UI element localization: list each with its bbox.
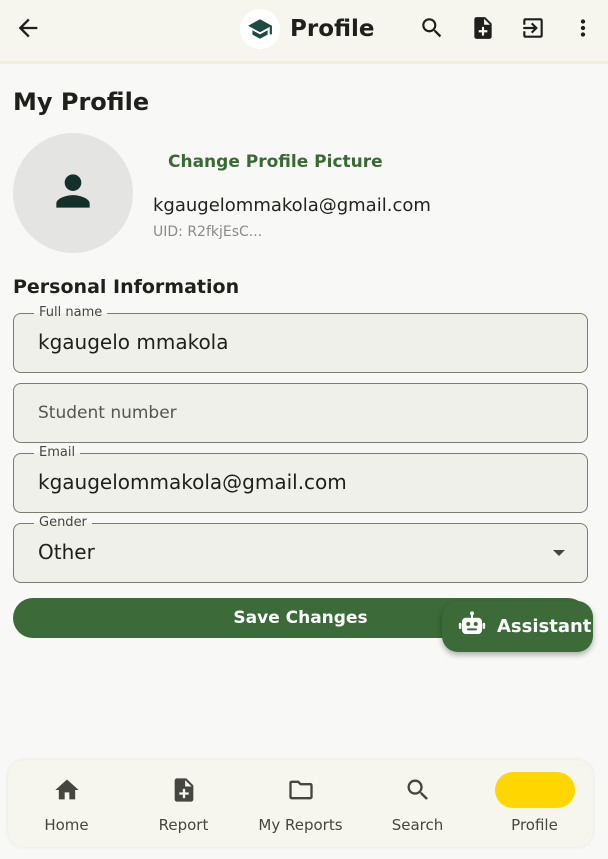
email-field[interactable]: Email kgaugelommakola@gmail.com bbox=[13, 445, 588, 513]
gender-select[interactable]: Gender Other bbox=[13, 515, 588, 583]
person-icon bbox=[494, 772, 575, 808]
app-title-group: Profile bbox=[240, 8, 375, 50]
logout-icon[interactable] bbox=[520, 15, 546, 41]
assistant-button[interactable]: Assistant bbox=[442, 601, 593, 652]
add-document-icon bbox=[144, 772, 224, 808]
back-arrow-icon[interactable] bbox=[14, 14, 42, 42]
add-document-icon[interactable] bbox=[470, 15, 496, 41]
assistant-label: Assistant bbox=[497, 616, 592, 637]
more-vert-icon[interactable] bbox=[570, 15, 596, 41]
avatar[interactable] bbox=[13, 133, 133, 253]
change-profile-picture-button[interactable]: Change Profile Picture bbox=[168, 152, 383, 172]
save-changes-label: Save Changes bbox=[233, 608, 368, 628]
nav-item-search[interactable]: Search bbox=[359, 760, 476, 847]
student-number-placeholder: Student number bbox=[38, 403, 177, 423]
full-name-field[interactable]: Full name kgaugelo mmakola bbox=[13, 305, 588, 373]
dropdown-arrow-icon[interactable] bbox=[553, 550, 565, 556]
nav-label-my-reports: My Reports bbox=[258, 816, 343, 834]
graduation-cap-icon bbox=[240, 9, 280, 49]
folder-icon bbox=[261, 772, 341, 808]
search-icon bbox=[378, 772, 458, 808]
full-name-label: Full name bbox=[34, 305, 108, 320]
email-value: kgaugelommakola@gmail.com bbox=[38, 470, 347, 494]
app-bar: Profile bbox=[0, 0, 608, 64]
student-number-field[interactable]: Student number bbox=[13, 383, 588, 443]
nav-item-my-reports[interactable]: My Reports bbox=[242, 760, 359, 847]
nav-label-search: Search bbox=[391, 816, 444, 834]
nav-item-report[interactable]: Report bbox=[125, 760, 242, 847]
app-title: Profile bbox=[290, 16, 375, 42]
nav-label-profile: Profile bbox=[511, 816, 558, 834]
robot-icon bbox=[457, 609, 487, 644]
page-title: My Profile bbox=[13, 88, 150, 116]
nav-item-home[interactable]: Home bbox=[8, 760, 125, 847]
nav-label-home: Home bbox=[44, 816, 89, 834]
profile-uid: UID: R2fkjEsC... bbox=[153, 224, 263, 240]
gender-value: Other bbox=[38, 540, 95, 564]
person-icon bbox=[48, 166, 98, 220]
personal-information-heading: Personal Information bbox=[13, 276, 240, 298]
search-icon[interactable] bbox=[419, 15, 445, 41]
home-icon bbox=[27, 772, 107, 808]
email-label: Email bbox=[34, 445, 81, 460]
nav-label-report: Report bbox=[158, 816, 209, 834]
full-name-value: kgaugelo mmakola bbox=[38, 330, 229, 354]
gender-label: Gender bbox=[34, 515, 92, 530]
profile-email: kgaugelommakola@gmail.com bbox=[153, 195, 431, 216]
bottom-navigation: Home Report My Reports Search Profile bbox=[8, 760, 593, 847]
nav-item-profile[interactable]: Profile bbox=[476, 760, 593, 847]
